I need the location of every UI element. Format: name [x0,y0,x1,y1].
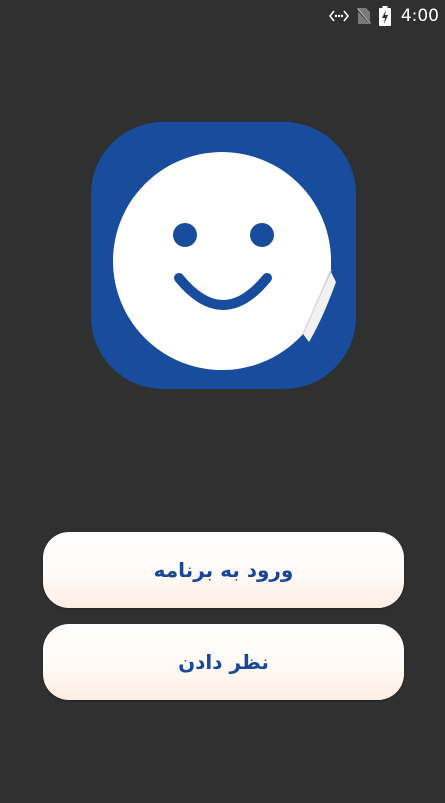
give-feedback-button[interactable]: نظر دادن [43,624,404,700]
smiley-sticker-icon [91,122,356,389]
app-logo [91,122,356,389]
status-icons: 4:00 [321,5,439,27]
battery-charging-icon [378,6,391,26]
enter-app-button[interactable]: ورود به برنامه [43,532,404,608]
status-bar: 4:00 [0,0,445,32]
no-sim-icon [356,7,371,25]
status-clock: 4:00 [400,6,439,26]
data-transfer-icon [328,9,349,23]
